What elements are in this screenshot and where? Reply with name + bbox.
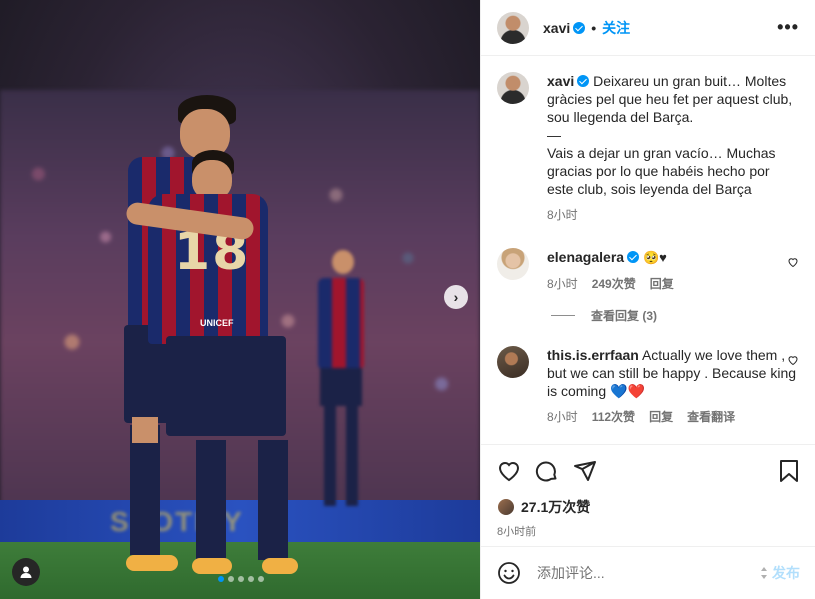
caption: xavi Deixareu un gran buit… Moltes gràci… <box>497 72 799 224</box>
liker-avatar <box>497 498 515 516</box>
translate-button[interactable]: 查看翻译 <box>687 408 735 426</box>
view-replies-label: 查看回复 (3) <box>591 309 658 323</box>
verified-badge-icon <box>577 75 590 87</box>
replies-line <box>551 315 575 316</box>
commenter-avatar[interactable] <box>497 346 529 378</box>
carousel-next-button[interactable]: › <box>444 285 468 309</box>
chevron-right-icon: › <box>453 289 459 305</box>
emoji-picker-icon[interactable] <box>497 561 521 585</box>
comment-username[interactable]: elenagalera <box>547 249 624 265</box>
carousel-dot <box>258 576 264 582</box>
comment-item: elenagalera 🥺♥ 8小时 249次赞 回复 <box>497 248 799 293</box>
comment-text: 🥺♥ <box>642 250 667 265</box>
player-right: 18 UNICEF <box>125 150 298 580</box>
bookmark-icon[interactable] <box>778 459 800 483</box>
likes-summary[interactable]: 27.1万次赞 <box>497 497 800 517</box>
verified-badge-icon <box>573 21 586 34</box>
comment-input[interactable]: 添加评论... <box>537 563 605 583</box>
background-player <box>318 250 368 520</box>
comment-item: this.is.errfaan Actually we love them , … <box>497 346 799 426</box>
post-comment-button[interactable]: 发布 <box>772 563 800 583</box>
carousel-dot <box>228 576 234 582</box>
share-send-icon[interactable] <box>573 459 597 483</box>
carousel-dot <box>238 576 244 582</box>
scroll-arrows-icon <box>761 567 767 579</box>
more-options-button[interactable]: ••• <box>777 17 799 38</box>
comment-time: 8小时 <box>547 277 578 291</box>
comment-like-icon[interactable] <box>787 256 799 268</box>
post-media[interactable]: SPOTIFY 18 UNICEF › <box>0 0 480 599</box>
post-actions: 27.1万次赞 8小时前 <box>481 444 815 539</box>
reply-button[interactable]: 回复 <box>650 275 674 293</box>
follow-button[interactable]: 关注 <box>602 18 630 38</box>
comment-likes[interactable]: 112次赞 <box>592 408 635 426</box>
like-heart-icon[interactable] <box>497 459 521 483</box>
post-header: xavi • 关注 ••• <box>481 0 815 56</box>
carousel-dot <box>248 576 254 582</box>
caption-time: 8小时 <box>547 208 578 222</box>
comment-like-icon[interactable] <box>787 354 799 366</box>
comments-list[interactable]: xavi Deixareu un gran buit… Moltes gràci… <box>481 56 815 441</box>
user-icon <box>20 566 32 578</box>
author-avatar[interactable] <box>497 11 529 44</box>
author-username[interactable]: xavi <box>543 20 570 36</box>
post-sidebar: xavi • 关注 ••• xavi Deixareu un gran buit… <box>480 0 815 599</box>
caption-username[interactable]: xavi <box>547 73 574 89</box>
comment-bubble-icon[interactable] <box>535 459 559 483</box>
view-replies-button[interactable]: 查看回复 (3) <box>551 307 799 324</box>
post-timestamp: 8小时前 <box>497 526 537 538</box>
caption-avatar[interactable] <box>497 72 529 104</box>
verified-badge-icon <box>627 251 640 263</box>
comment-time: 8小时 <box>547 410 578 424</box>
comment-username[interactable]: this.is.errfaan <box>547 347 639 363</box>
tagged-users-button[interactable] <box>12 558 40 586</box>
add-comment-bar: 添加评论... 发布 <box>481 546 815 599</box>
separator-dot: • <box>591 19 597 36</box>
carousel-dot <box>218 576 224 582</box>
reply-button[interactable]: 回复 <box>649 408 673 426</box>
commenter-avatar[interactable] <box>497 248 529 280</box>
caption-text: Deixareu un gran buit… Moltes gràcies pe… <box>547 73 793 197</box>
comment-likes[interactable]: 249次赞 <box>592 275 636 293</box>
shirt-sponsor: UNICEF <box>200 318 234 328</box>
carousel-indicator <box>218 576 264 582</box>
likes-count: 27.1万次赞 <box>521 499 591 515</box>
